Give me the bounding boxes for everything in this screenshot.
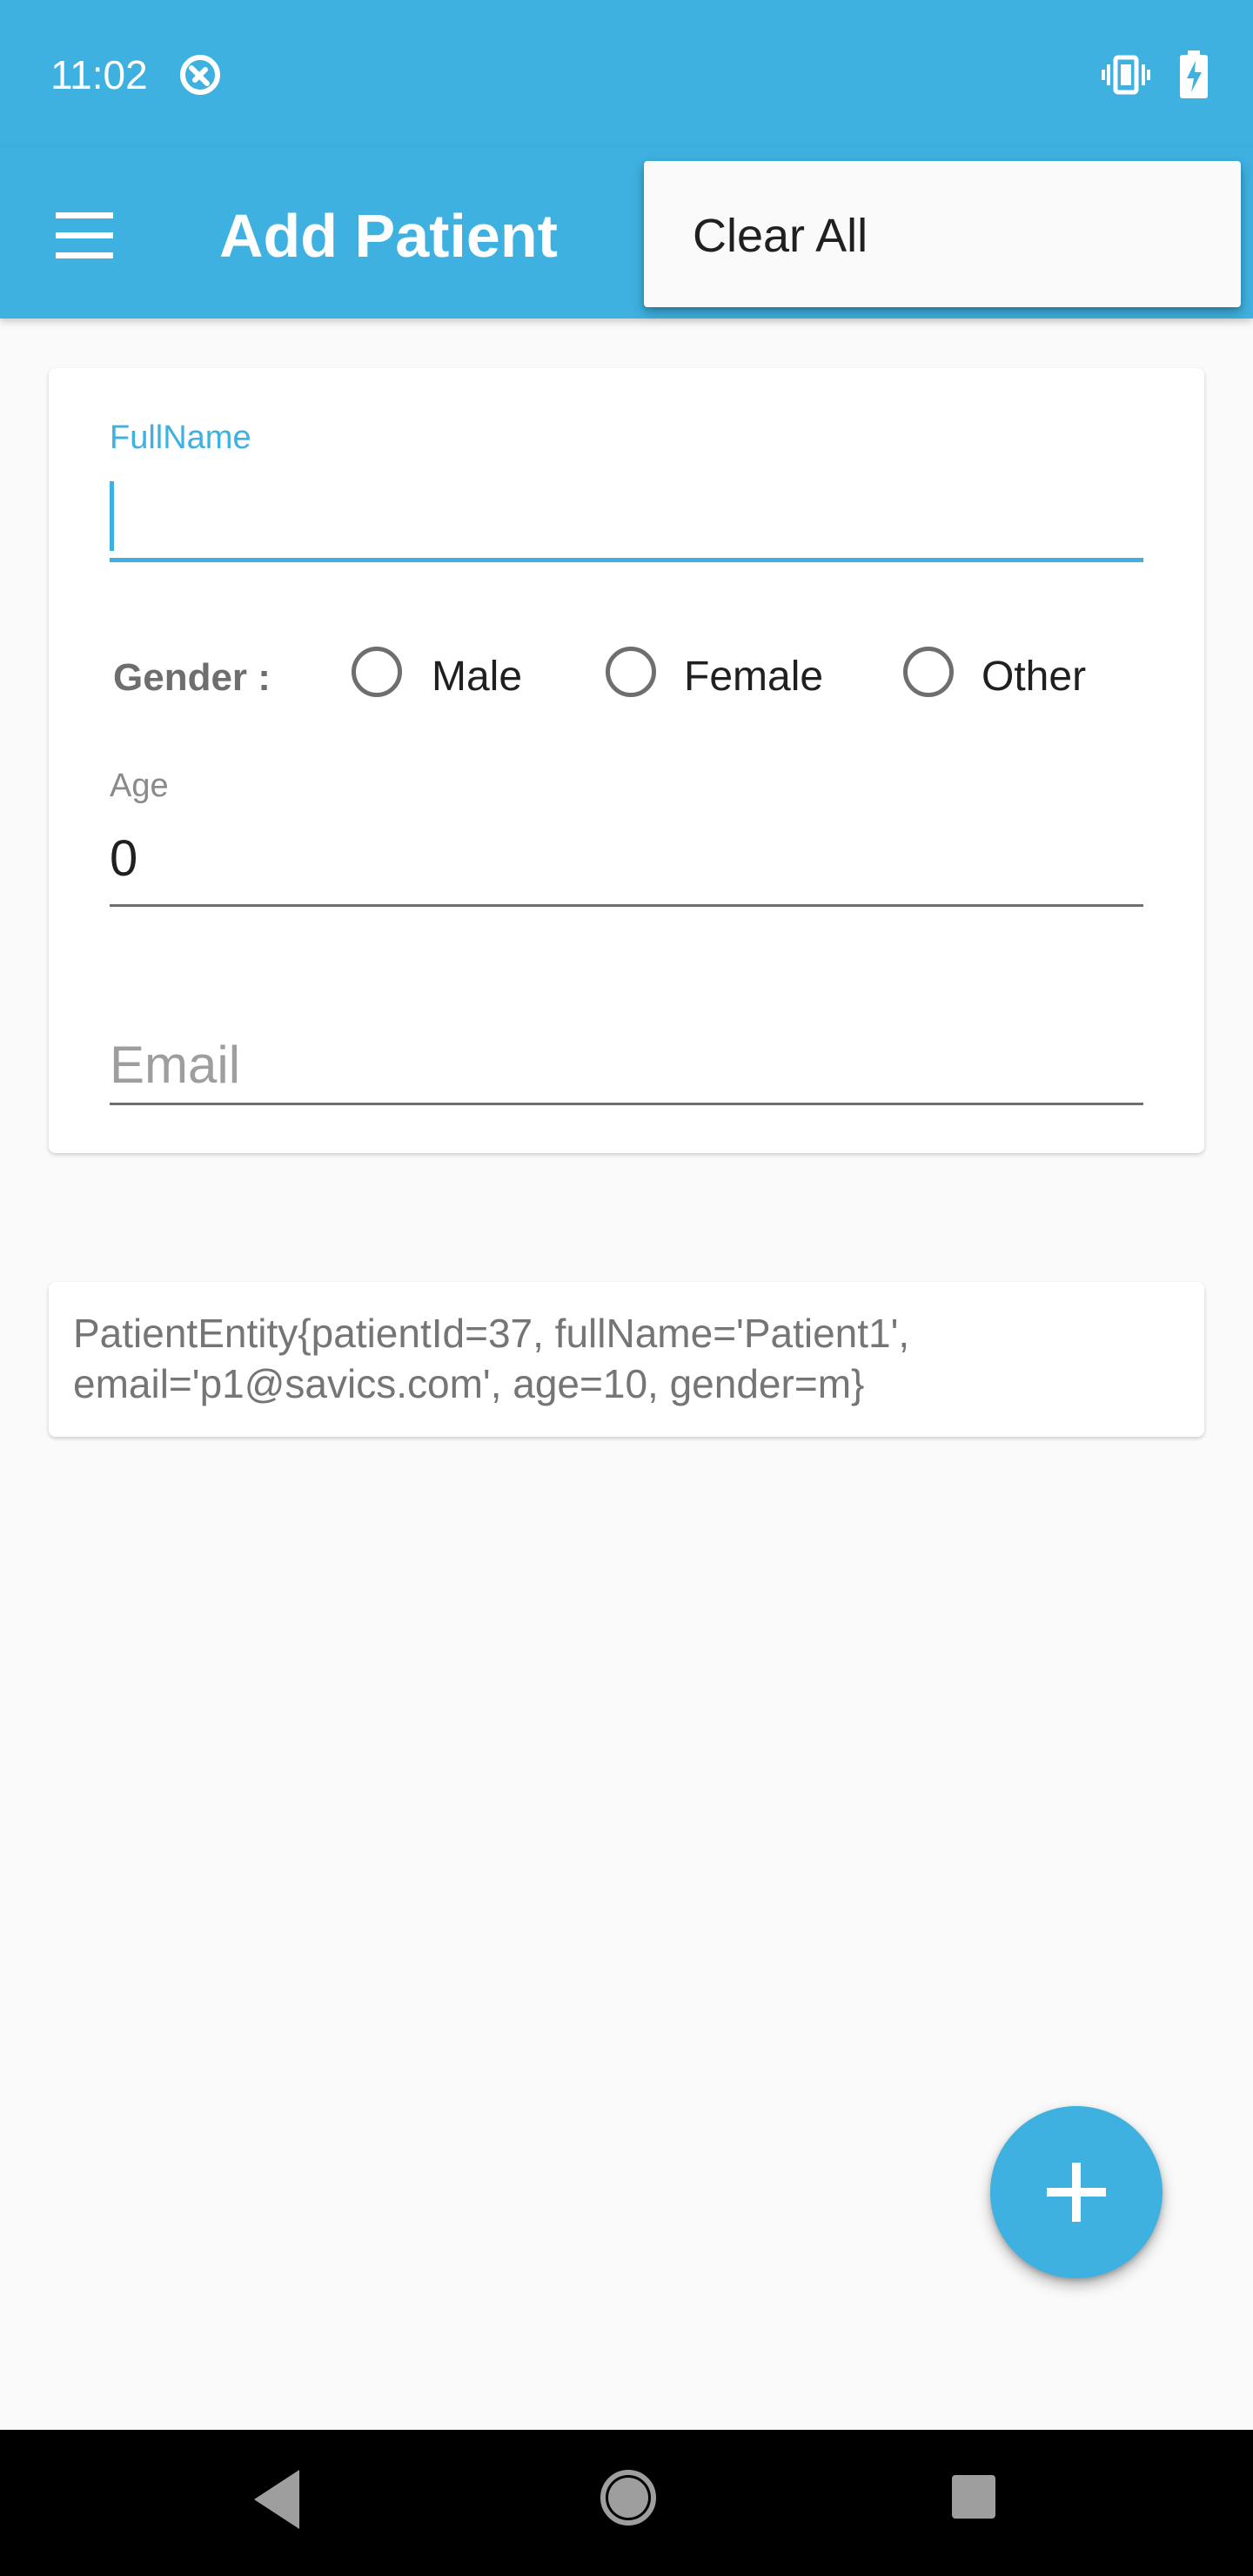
page-title: Add Patient (219, 202, 558, 270)
gender-label: Gender : (113, 656, 271, 699)
radio-male[interactable] (352, 647, 402, 697)
radio-male-label[interactable]: Male (432, 652, 522, 702)
menu-item-clear-all[interactable]: Clear All (644, 161, 1241, 307)
recents-icon[interactable] (950, 2473, 997, 2520)
age-label: Age (110, 768, 169, 804)
radio-other[interactable] (903, 647, 954, 697)
patient-entity-card: PatientEntity{patientId=37, fullName='Pa… (49, 1282, 1204, 1437)
email-input[interactable]: Email (110, 989, 1143, 1105)
patient-entity-text: PatientEntity{patientId=37, fullName='Pa… (73, 1311, 910, 1406)
radio-female-label[interactable]: Female (684, 652, 823, 702)
navigation-bar (0, 2430, 1253, 2576)
fullname-input[interactable] (110, 473, 1143, 562)
back-icon[interactable] (245, 2465, 306, 2534)
hamburger-menu-icon[interactable] (44, 200, 127, 270)
radio-other-label[interactable]: Other (982, 652, 1086, 702)
status-bar: 11:02 (0, 0, 1253, 148)
plus-icon (1047, 2163, 1106, 2222)
email-placeholder: Email (110, 1036, 241, 1094)
text-cursor (110, 481, 114, 551)
fullname-label: FullName (110, 419, 251, 456)
add-patient-fab[interactable] (990, 2106, 1163, 2278)
age-input[interactable]: 0 (110, 814, 1143, 907)
app-notification-icon (180, 55, 220, 95)
overflow-menu: Clear All (644, 161, 1241, 307)
menu-item-label: Clear All (693, 210, 868, 262)
radio-female[interactable] (606, 647, 656, 697)
patient-form-card: FullName Gender : Male Female Other Age … (49, 368, 1204, 1153)
status-time: 11:02 (50, 52, 148, 97)
vibrate-icon (1102, 55, 1150, 95)
battery-charging-icon (1180, 50, 1208, 98)
home-icon[interactable] (599, 2468, 658, 2527)
